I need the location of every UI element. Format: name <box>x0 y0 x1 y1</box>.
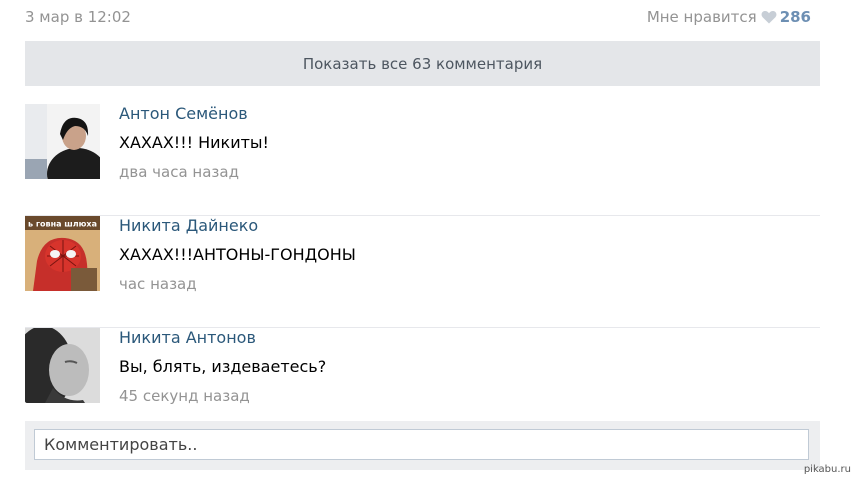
avatar[interactable] <box>25 104 100 179</box>
comment-author[interactable]: Антон Семёнов <box>119 104 248 123</box>
comment-input[interactable] <box>34 429 809 460</box>
comment-time[interactable]: час назад <box>119 275 197 293</box>
comment-time[interactable]: 45 секунд назад <box>119 387 250 405</box>
watermark: pikabu.ru <box>803 464 851 475</box>
avatar-photo <box>25 104 100 179</box>
avatar-photo <box>25 328 100 403</box>
comment-item: ь говна шлюха Никита Дайнеко ХАХАХ!!!АНТ… <box>25 216 820 328</box>
avatar-caption: ь говна шлюха <box>28 220 97 229</box>
comment-author[interactable]: Никита Дайнеко <box>119 216 258 235</box>
comment-text: Вы, блять, издеваетесь? <box>119 357 327 376</box>
post-date[interactable]: 3 мар в 12:02 <box>25 8 131 26</box>
comment-author[interactable]: Никита Антонов <box>119 328 256 347</box>
avatar-photo: ь говна шлюха <box>25 216 100 291</box>
post-meta: 3 мар в 12:02 Мне нравится 286 <box>25 6 811 28</box>
like-button[interactable]: Мне нравится 286 <box>647 8 811 26</box>
avatar[interactable] <box>25 328 100 403</box>
reply-box <box>25 421 820 470</box>
comment-time[interactable]: два часа назад <box>119 163 239 181</box>
comment-text: ХАХАХ!!!АНТОНЫ-ГОНДОНЫ <box>119 245 356 264</box>
like-label: Мне нравится <box>646 8 757 26</box>
heart-icon <box>761 10 777 24</box>
comment-item: Антон Семёнов ХАХАХ!!! Никиты! два часа … <box>25 104 820 216</box>
show-all-comments-button[interactable]: Показать все 63 комментария <box>25 41 820 86</box>
like-count: 286 <box>779 8 811 26</box>
avatar[interactable]: ь говна шлюха <box>25 216 100 291</box>
comment-text: ХАХАХ!!! Никиты! <box>119 133 269 152</box>
